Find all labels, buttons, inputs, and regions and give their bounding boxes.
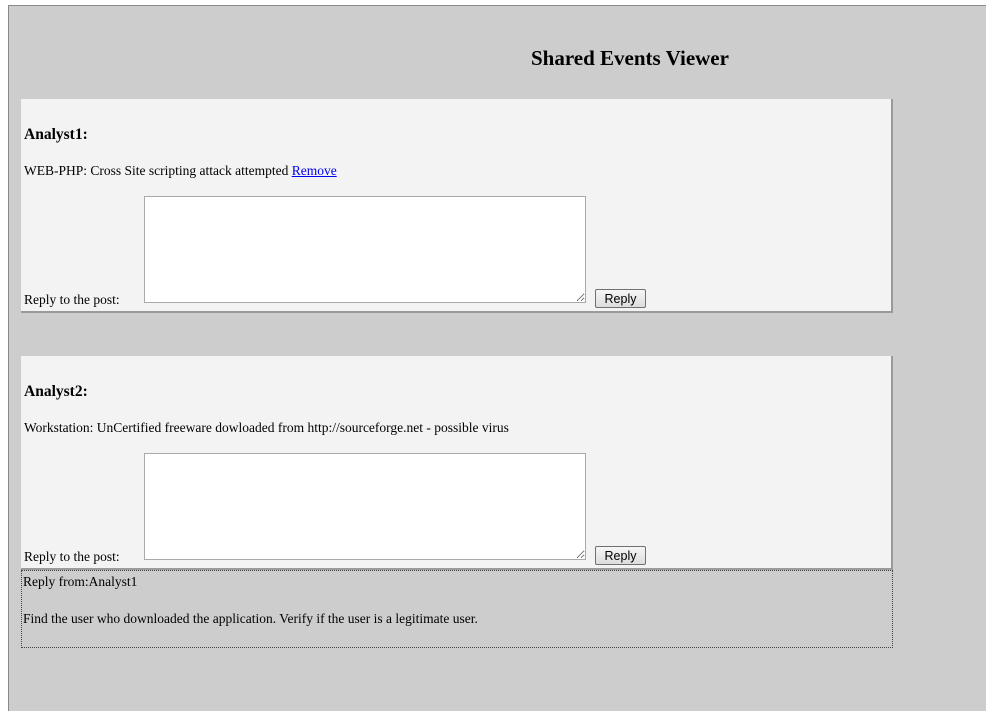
page-title: Shared Events Viewer: [531, 46, 729, 70]
remove-link[interactable]: Remove: [292, 163, 337, 178]
post-message-text: WEB-PHP: Cross Site scripting attack att…: [24, 163, 289, 178]
reply-textarea[interactable]: [144, 453, 586, 560]
post-message: Workstation: UnCertified freeware dowloa…: [24, 420, 509, 435]
post-card: Analyst1: WEB-PHP: Cross Site scripting …: [21, 99, 893, 313]
post-author: Analyst1:: [24, 126, 88, 143]
post-message: WEB-PHP: Cross Site scripting attack att…: [24, 163, 337, 179]
reply-label: Reply to the post:: [24, 549, 120, 564]
reply-from: Reply from:Analyst1: [23, 574, 138, 589]
reply-textarea[interactable]: [144, 196, 586, 303]
reply-entry: Reply from:Analyst1 Find the user who do…: [21, 570, 893, 648]
reply-text: Find the user who downloaded the applica…: [23, 611, 478, 626]
reply-button[interactable]: Reply: [595, 289, 646, 308]
post-card: Analyst2: Workstation: UnCertified freew…: [21, 356, 893, 570]
post-author: Analyst2:: [24, 383, 88, 400]
page-canvas: Shared Events Viewer Analyst1: WEB-PHP: …: [8, 5, 986, 711]
reply-button[interactable]: Reply: [595, 546, 646, 565]
reply-label: Reply to the post:: [24, 292, 120, 307]
